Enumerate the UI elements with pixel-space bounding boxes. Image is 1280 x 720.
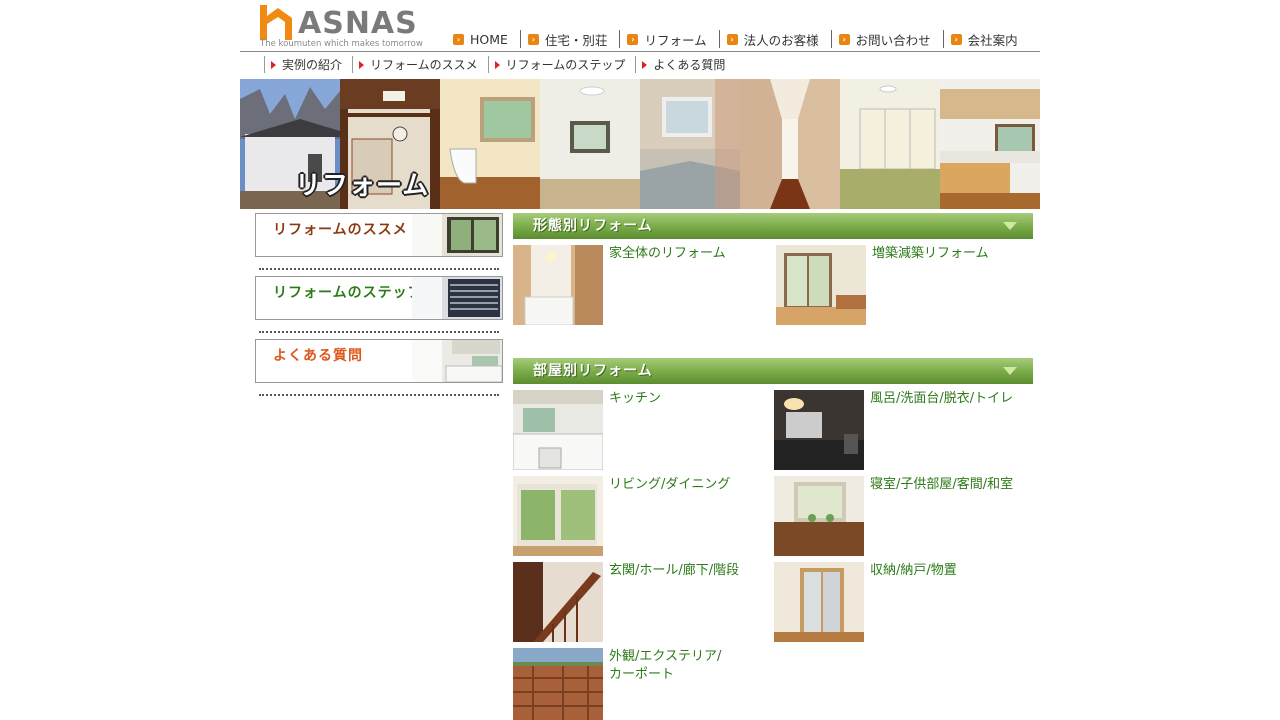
logo-wordmark: ASNAS xyxy=(298,6,418,41)
section-header-by-type: 形態別リフォーム xyxy=(513,213,1033,239)
side-button-label: よくある質問 xyxy=(273,348,363,364)
thumbnail[interactable] xyxy=(513,562,603,642)
nav-housing[interactable]: › 住宅・別荘 xyxy=(519,30,620,48)
site-logo[interactable]: ASNAS The koumuten which makes tomorrow xyxy=(258,2,423,50)
triangle-right-icon xyxy=(642,60,648,69)
section-header-by-room: 部屋別リフォーム xyxy=(513,358,1033,384)
list-item: 外観/エクステリア/ カーポート xyxy=(513,648,774,720)
hero-photo-kitchen xyxy=(940,79,1040,209)
subnav-examples[interactable]: 実例の紹介 xyxy=(264,56,352,73)
divider-dotted xyxy=(259,383,499,396)
type-reform-grid: 家全体のリフォーム 増築減築リフォーム xyxy=(513,245,1033,331)
arrow-right-icon: › xyxy=(453,33,464,45)
side-button-steps[interactable]: リフォームのステップ xyxy=(255,276,503,320)
subnav-recommend[interactable]: リフォームのススメ xyxy=(352,56,488,73)
list-item: 寝室/子供部屋/客間/和室 xyxy=(774,476,1033,562)
triangle-down-icon xyxy=(1003,222,1017,230)
nav-corporate[interactable]: › 法人のお客様 xyxy=(718,30,831,48)
link-extension[interactable]: 増築減築リフォーム xyxy=(872,245,989,331)
hero-photo-tatami xyxy=(840,79,940,209)
triangle-right-icon xyxy=(359,60,365,69)
arrow-right-icon: › xyxy=(726,33,738,45)
thumbnail[interactable] xyxy=(513,245,603,325)
triangle-right-icon xyxy=(494,60,500,69)
link-bath[interactable]: 風呂/洗面台/脱衣/トイレ xyxy=(870,390,1013,476)
subnav-steps[interactable]: リフォームのステップ xyxy=(487,56,636,73)
thumbnail[interactable] xyxy=(774,390,864,470)
nav-contact[interactable]: › お問い合わせ xyxy=(830,30,943,48)
thumbnail[interactable] xyxy=(513,476,603,556)
nav-reform[interactable]: › リフォーム xyxy=(619,30,718,48)
divider-dotted xyxy=(259,320,499,333)
link-entrance[interactable]: 玄関/ホール/廊下/階段 xyxy=(609,562,739,648)
main-content: 形態別リフォーム 家全体のリフォーム 増築減築リフォーム 部屋別リフォーム キッ… xyxy=(513,213,1033,720)
hero-title: リフォーム xyxy=(295,171,430,201)
arrow-right-icon: › xyxy=(950,33,962,45)
link-bedroom[interactable]: 寝室/子供部屋/客間/和室 xyxy=(870,476,1013,562)
side-menu: リフォームのススメ リフォームのステップ よくある質問 xyxy=(255,213,503,396)
list-item: リビング/ダイニング xyxy=(513,476,774,562)
list-item: 家全体のリフォーム xyxy=(513,245,776,331)
side-button-recommend[interactable]: リフォームのススメ xyxy=(255,213,503,257)
room-reform-grid: キッチン 風呂/洗面台/脱衣/トイレ リビング/ダイニング 寝室/子供部屋/客間… xyxy=(513,390,1033,720)
side-button-label: リフォームのステップ xyxy=(273,285,423,301)
link-living[interactable]: リビング/ダイニング xyxy=(609,476,730,562)
arrow-right-icon: › xyxy=(627,33,639,45)
list-item: 収納/納戸/物置 xyxy=(774,562,1033,648)
subnav-faq[interactable]: よくある質問 xyxy=(635,56,735,73)
sub-nav: 実例の紹介 リフォームのススメ リフォームのステップ よくある質問 xyxy=(264,56,735,74)
list-item: 玄関/ホール/廊下/階段 xyxy=(513,562,774,648)
list-item: キッチン xyxy=(513,390,774,476)
header-divider xyxy=(240,51,1040,52)
arrow-right-icon: › xyxy=(527,33,539,45)
side-button-photo xyxy=(412,340,502,382)
arrow-right-icon: › xyxy=(838,33,850,45)
link-storage[interactable]: 収納/納戸/物置 xyxy=(870,562,957,648)
hero-photo-toilet xyxy=(440,79,540,209)
triangle-right-icon xyxy=(271,60,276,69)
global-nav: › HOME › 住宅・別荘 › リフォーム › 法人のお客様 › お問い合わせ › 会社案… xyxy=(446,30,1030,50)
thumbnail[interactable] xyxy=(513,648,603,720)
thumbnail[interactable] xyxy=(513,390,603,470)
hero-photo-room xyxy=(540,79,640,209)
page: ASNAS The koumuten which makes tomorrow … xyxy=(240,0,1040,720)
link-exterior[interactable]: 外観/エクステリア/ カーポート xyxy=(609,648,721,720)
link-whole-house[interactable]: 家全体のリフォーム xyxy=(609,245,726,331)
logo-tagline: The koumuten which makes tomorrow xyxy=(260,39,423,49)
nav-company[interactable]: › 会社案内 xyxy=(942,30,1030,48)
side-button-label: リフォームのススメ xyxy=(273,222,408,238)
logo-house-icon xyxy=(260,5,292,40)
hero-photo-bath xyxy=(640,79,740,209)
nav-home[interactable]: › HOME xyxy=(446,30,520,48)
hero-banner: リフォーム xyxy=(240,79,1040,209)
triangle-down-icon xyxy=(1003,367,1017,375)
list-item: 風呂/洗面台/脱衣/トイレ xyxy=(774,390,1033,476)
side-button-faq[interactable]: よくある質問 xyxy=(255,339,503,383)
thumbnail[interactable] xyxy=(774,562,864,642)
side-button-photo xyxy=(412,277,502,319)
hero-photo-hallway xyxy=(740,79,840,209)
list-item: 増築減築リフォーム xyxy=(776,245,1033,331)
thumbnail[interactable] xyxy=(776,245,866,325)
side-button-photo xyxy=(412,214,502,256)
link-kitchen[interactable]: キッチン xyxy=(609,390,661,476)
divider-dotted xyxy=(259,257,499,270)
thumbnail[interactable] xyxy=(774,476,864,556)
